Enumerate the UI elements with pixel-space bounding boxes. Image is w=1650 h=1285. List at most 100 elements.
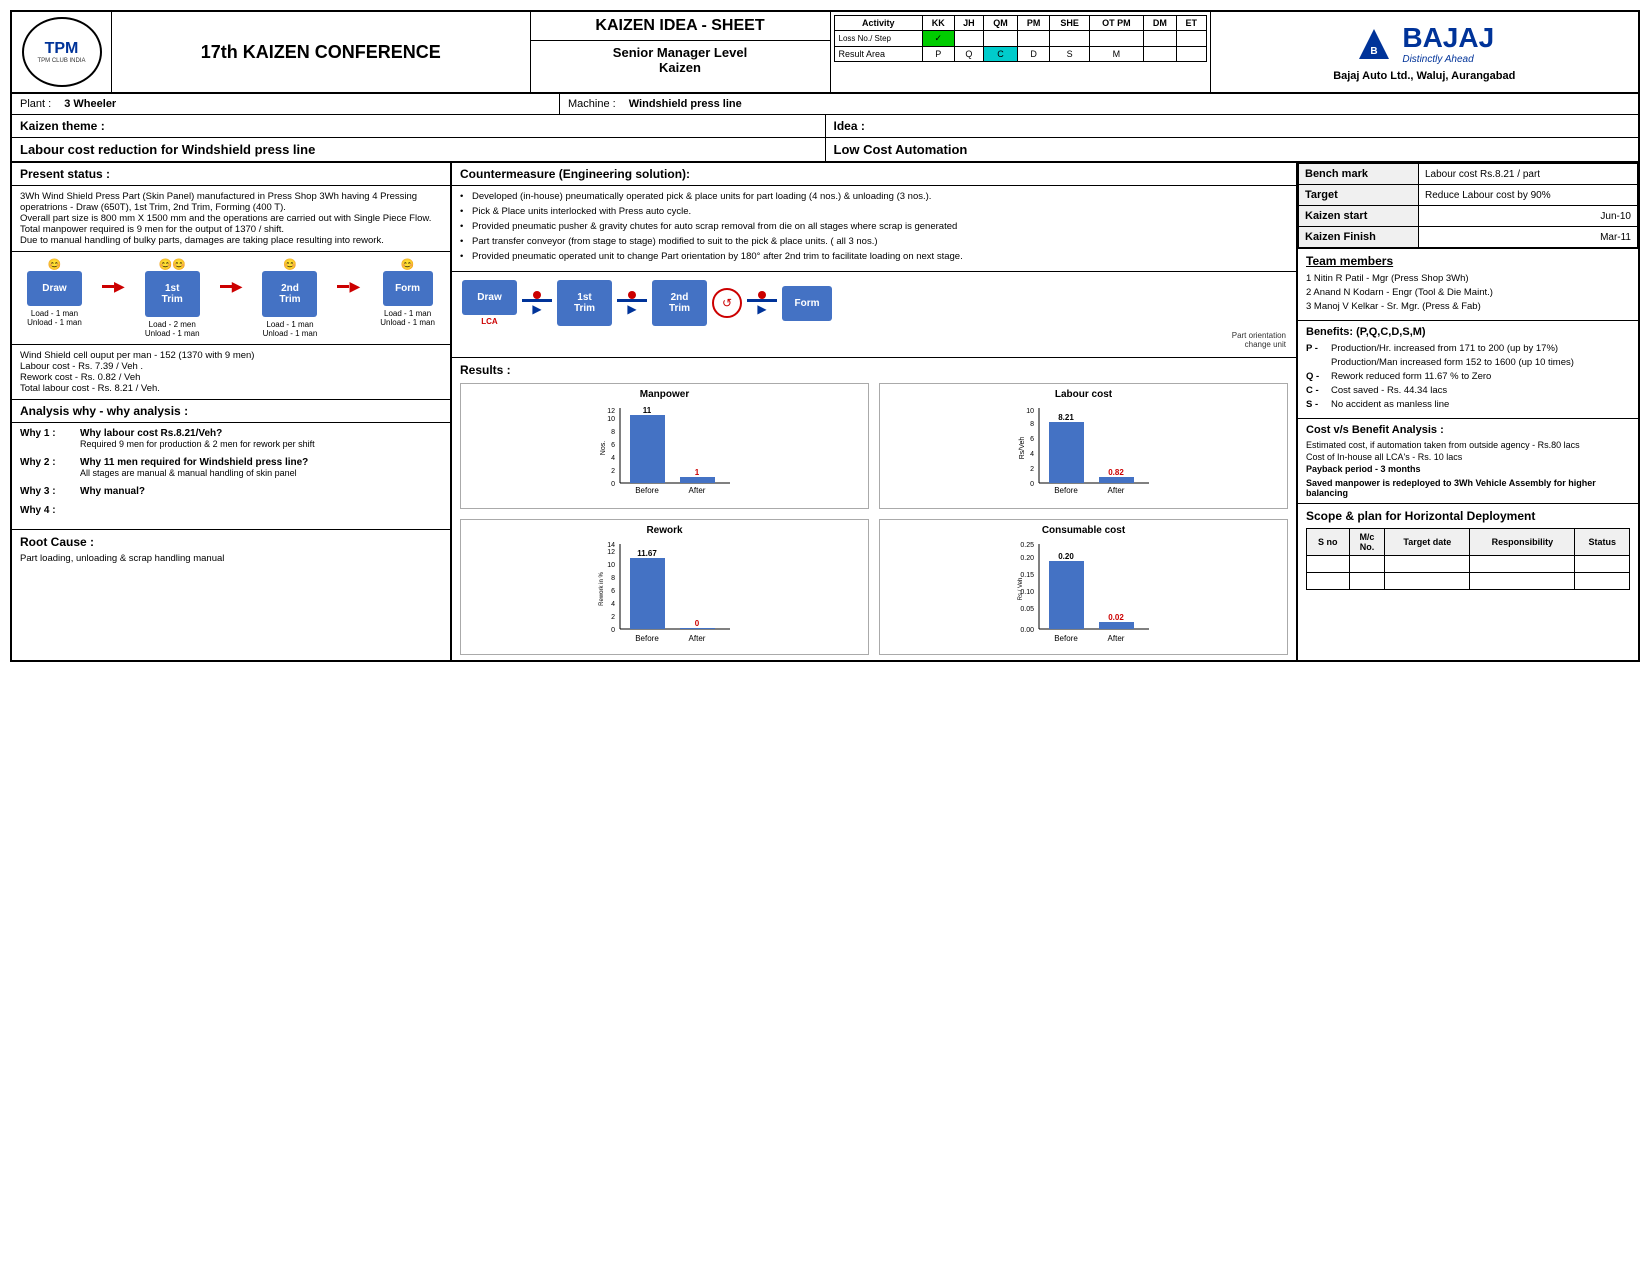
tpm-logo: TPM TPM CLUB INDIA [22,17,102,87]
why1-question: Why labour cost Rs.8.21/Veh? [80,428,222,439]
qm-check [984,31,1018,47]
kaizen-finish-label: Kaizen Finish [1299,227,1419,248]
left-column: Present status : 3Wh Wind Shield Press P… [12,163,452,660]
benefit-c-label: C - [1306,385,1331,396]
form-box: Form [383,271,433,306]
scope-cell-2-1 [1307,573,1350,590]
bullet-4: • [460,236,472,247]
stats-section: Wind Shield cell ouput per man - 152 (13… [12,345,450,400]
draw-box: Draw [27,271,82,306]
manpower-chart: Manpower 0 2 4 6 8 10 [460,383,869,509]
svg-text:0: 0 [694,619,699,628]
present-status-text: 3Wh Wind Shield Press Part (Skin Panel) … [20,191,442,246]
why1-label: Why 1 : [20,428,75,439]
why4-label: Why 4 : [20,505,75,516]
scope-table: S no M/cNo. Target date Responsibility S… [1306,528,1630,590]
svg-text:Before: Before [635,634,659,643]
form-load: Load - 1 manUnload - 1 man [380,309,435,327]
why3-block: Why 3 : Why manual? [20,486,442,497]
benefit-s-label: S - [1306,399,1331,410]
result-m: M [1089,47,1143,62]
first-trim-box: 1stTrim [145,271,200,317]
result-blank2 [1176,47,1206,62]
bench-mark-table: Bench mark Labour cost Rs.8.21 / part Ta… [1298,163,1638,248]
after-draw-box: Draw [462,280,517,315]
machine-label: Machine : [568,98,616,110]
scope-responsibility-header: Responsibility [1470,529,1575,556]
theme-row: Kaizen theme : Idea : [12,115,1638,138]
theme-value-row: Labour cost reduction for Windshield pre… [12,138,1638,163]
payback-row: Payback period - 3 months [1306,464,1630,474]
svg-text:8: 8 [611,429,615,436]
kaizen-finish-value: Mar-11 [1419,227,1638,248]
consumable-svg: 0.00 0.05 0.10 0.15 0.20 0.25 0.20 0.02 [1014,539,1154,649]
et-header: ET [1176,16,1206,31]
bullet-2: • [460,206,472,217]
analysis-section: Analysis why - why analysis : Why 1 : Wh… [12,400,450,530]
idea-value-right: Low Cost Automation [826,138,1639,161]
svg-text:2: 2 [1030,466,1034,473]
svg-text:12: 12 [607,408,615,415]
result-p: P [922,47,954,62]
root-cause-value: Part loading, unloading & scrap handling… [20,553,442,564]
payback-value: - 3 months [1375,464,1421,474]
scope-cell-2-2 [1349,573,1385,590]
theme-label: Kaizen theme : [20,119,105,133]
svg-text:0.00: 0.00 [1020,627,1034,634]
qm-header: QM [984,16,1018,31]
machine-cell: Machine : Windshield press line [560,94,1638,114]
benefit-p-label: P - [1306,343,1331,354]
scope-cell-2-3 [1385,573,1470,590]
scope-mc-header: M/cNo. [1349,529,1385,556]
why3-label: Why 3 : [20,486,75,497]
second-trim-step: 😊 2ndTrim Load - 1 manUnload - 1 man [262,258,317,338]
activity-table: Activity KK JH QM PM SHE OT PM DM ET Los… [834,15,1207,62]
arrow2: ▶ [220,278,243,295]
team-title: Team members [1306,254,1630,268]
wind-shield-stat: Wind Shield cell ouput per man - 152 (13… [20,350,442,361]
svg-text:After: After [688,634,705,643]
svg-text:0.05: 0.05 [1020,606,1034,613]
root-cause-section: Root Cause : Part loading, unloading & s… [12,530,450,569]
consumable-chart: Consumable cost 0.00 0.05 0.10 0.15 0.20… [879,519,1288,655]
after-arr2: ▶ [617,291,647,316]
svg-text:14: 14 [607,542,615,549]
why2-question: Why 11 men required for Windshield press… [80,457,308,468]
bajaj-name: BAJAJ [1402,22,1494,54]
scope-cell-1-2 [1349,556,1385,573]
plant-cell: Plant : 3 Wheeler [12,94,560,114]
kk-header: KK [922,16,954,31]
result-blank1 [1143,47,1176,62]
after-second-trim-step: 2ndTrim [652,280,707,326]
scope-row-1 [1307,556,1630,573]
kaizen-sheet-title: KAIZEN IDEA - SHEET [531,12,830,41]
svg-text:0.82: 0.82 [1108,468,1124,477]
tpm-logo-cell: TPM TPM CLUB INDIA [12,12,112,92]
labour-cost-chart: Labour cost 0 2 4 6 8 10 8.21 [879,383,1288,509]
dm-header: DM [1143,16,1176,31]
draw-load: Load - 1 manUnload - 1 man [27,309,82,327]
present-status-body: 3Wh Wind Shield Press Part (Skin Panel) … [12,186,450,252]
scope-sno-header: S no [1307,529,1350,556]
benefit-c-text: Cost saved - Rs. 44.34 lacs [1331,385,1447,396]
cost-analysis-title: Cost v/s Benefit Analysis : [1306,424,1630,436]
team-member-3: 3 Manoj V Kelkar - Sr. Mgr. (Press & Fab… [1306,301,1630,312]
team-member-2: 2 Anand N Kodarn - Engr (Tool & Die Main… [1306,287,1630,298]
top-charts-row: Manpower 0 2 4 6 8 10 [460,383,1288,509]
cost-analysis-section: Cost v/s Benefit Analysis : Estimated co… [1298,419,1638,504]
cm-item-5: • Provided pneumatic operated unit to ch… [460,251,1288,262]
arrow1: ▶ [102,278,125,295]
scope-cell-1-5 [1575,556,1630,573]
team-member-1: 1 Nitin R Patil - Mgr (Press Shop 3Wh) [1306,273,1630,284]
manpower-chart-title: Manpower [466,389,863,400]
kk-check: ✓ [922,31,954,47]
svg-text:0.20: 0.20 [1058,552,1074,561]
activity-table-section: Activity KK JH QM PM SHE OT PM DM ET Los… [831,12,1211,92]
present-status-title: Present status : [12,163,450,186]
svg-text:6: 6 [1030,436,1034,443]
countermeasure-title: Countermeasure (Engineering solution): [452,163,1296,186]
svg-text:10: 10 [607,562,615,569]
svg-text:0: 0 [1030,481,1034,488]
why3-question: Why manual? [80,486,145,497]
benefit-p-text: Production/Hr. increased from 171 to 200… [1331,343,1558,354]
